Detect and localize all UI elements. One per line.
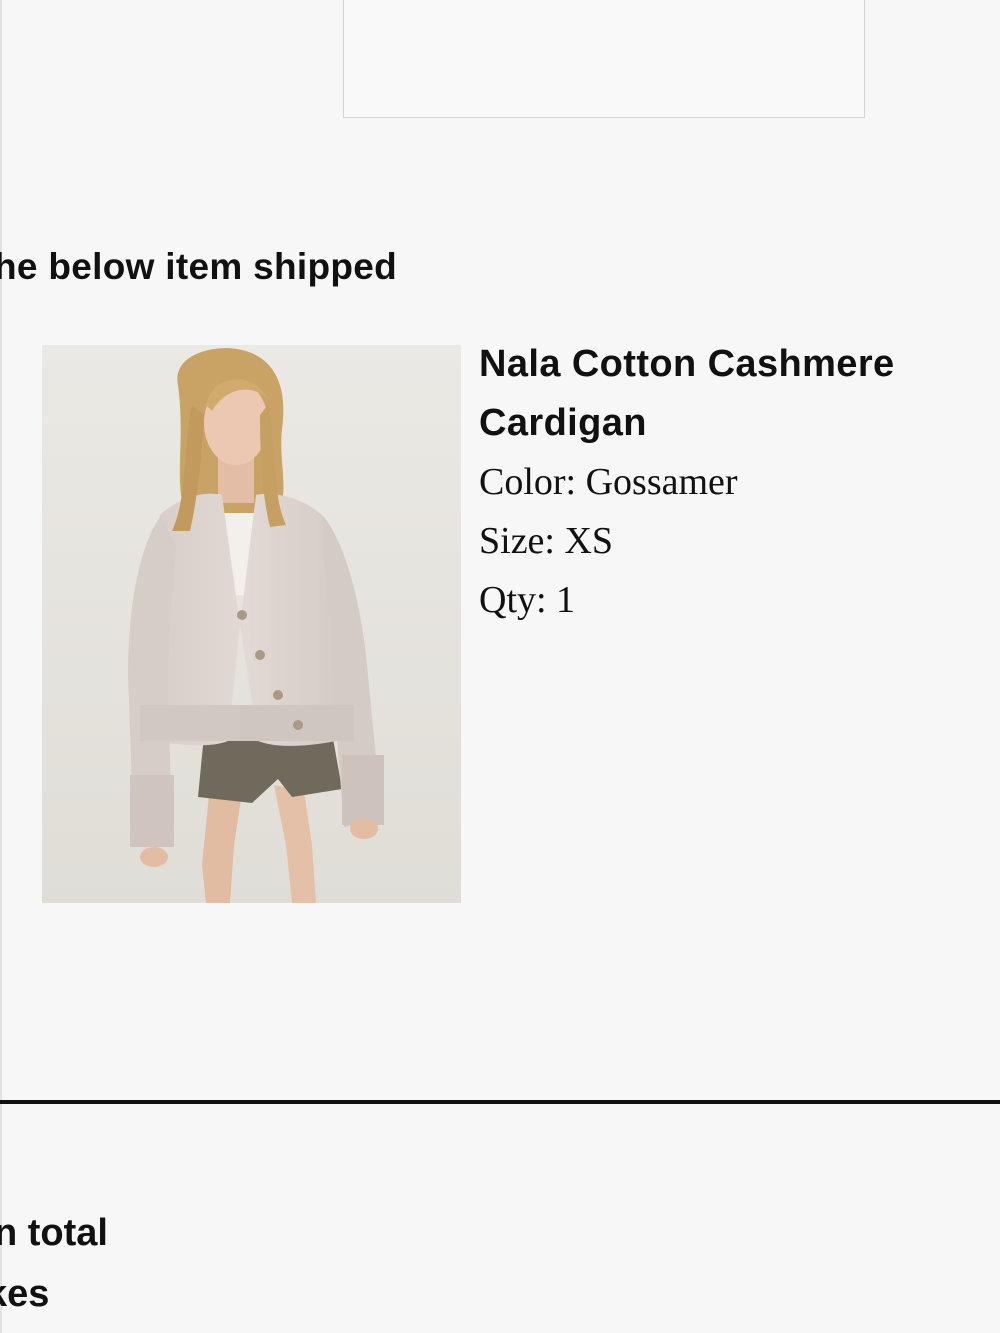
product-name[interactable]: Nala Cotton Cashmere Cardigan (479, 335, 979, 453)
product-quantity: Qty: 1 (479, 579, 576, 621)
cardigan-model-photo (42, 345, 461, 903)
shipped-items-heading: he below item shipped (0, 246, 398, 287)
product-color: Color: Gossamer (479, 461, 738, 503)
product-image[interactable] (42, 345, 461, 903)
top-content-box (343, 0, 865, 118)
taxes-label: kes (0, 1273, 50, 1315)
item-total-label: n total (0, 1212, 108, 1254)
product-size: Size: XS (479, 520, 614, 562)
section-divider (0, 1100, 1000, 1104)
page-left-border (0, 0, 2, 1333)
